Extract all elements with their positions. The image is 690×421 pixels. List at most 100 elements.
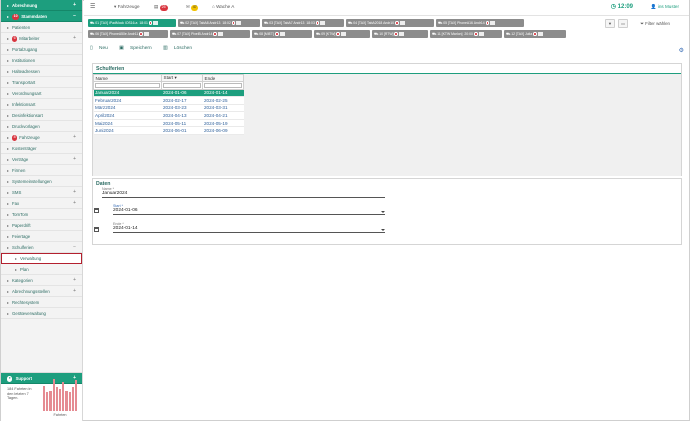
- calendar-icon[interactable]: [94, 227, 99, 232]
- expand-icon[interactable]: +: [73, 132, 76, 142]
- vehicle-chip[interactable]: ⛟ 11 [KTW Marlon] 20:00: [430, 30, 502, 38]
- top-bar: ☰ ▾ Fahrzeuge ▤ 25 ✉ 47 ⌂ Wache A ◷ 12:0…: [84, 0, 689, 16]
- vehicle-chip-time: 20:00: [464, 32, 473, 36]
- filter-icon[interactable]: ▼: [605, 19, 615, 28]
- sidebar-item-label: Fahrzeuge: [19, 135, 40, 140]
- save-button[interactable]: ▣ Speichern: [119, 46, 157, 51]
- hamburger-icon[interactable]: ☰: [90, 3, 95, 10]
- delete-button[interactable]: ▥ Löschen: [163, 46, 197, 51]
- sidebar-item-infektionsart[interactable]: Infektionsart: [1, 99, 82, 110]
- sidebar-item-schulferien[interactable]: Schulferien −: [1, 242, 82, 253]
- sidebar-item-mitarbeiter[interactable]: 6 Mitarbeiter +: [1, 33, 82, 44]
- expand-icon[interactable]: +: [73, 0, 76, 10]
- filter-end-cell: [202, 81, 244, 90]
- table-cell: Januar2024: [93, 89, 162, 98]
- table-row[interactable]: Mai2024 2024-05-11 2024-05-19: [93, 119, 244, 128]
- display-icon[interactable]: ▭: [618, 19, 628, 28]
- sidebar-item-paperdrift[interactable]: Paperdrift: [1, 220, 82, 231]
- mail-counter[interactable]: ✉ 47: [186, 4, 199, 11]
- sidebar-item-abrechnung[interactable]: Abrechnung +: [1, 0, 82, 11]
- trash-icon: ▥: [162, 46, 168, 51]
- sidebar-item-portalzugang[interactable]: Portalzugang: [1, 44, 82, 55]
- expand-icon[interactable]: +: [73, 286, 76, 296]
- vehicle-chip[interactable]: ⛟ 06 [TAX] PhoneA50e Andr11: [88, 30, 168, 38]
- status-icon: [336, 32, 340, 36]
- sidebar-item-fahrzeuge[interactable]: 8 Fahrzeuge +: [1, 132, 82, 143]
- column-header[interactable]: Name: [93, 74, 162, 82]
- sidebar-item-tomtom[interactable]: TomTom: [1, 209, 82, 220]
- expand-icon[interactable]: +: [73, 154, 76, 164]
- end-field-value: 2024-01-14: [113, 226, 138, 231]
- sidebar-item-abrechnungsstellen[interactable]: Abrechnungsstellen +: [1, 286, 82, 297]
- name-field[interactable]: Name * Januar2024: [102, 187, 385, 198]
- end-date-field[interactable]: Ende * 2024-01-14: [113, 222, 385, 233]
- sidebar-item-transportart[interactable]: Transportart: [1, 77, 82, 88]
- expand-icon[interactable]: +: [73, 33, 76, 43]
- sidebar-item-verwaltung[interactable]: Verwaltung: [1, 253, 82, 264]
- sidebar-item-systemeinstellungen[interactable]: Systemeinstellungen: [1, 176, 82, 187]
- car-counter[interactable]: ▤ 25: [154, 4, 168, 11]
- table-row[interactable]: April2024 2024-04-13 2024-04-21: [93, 111, 244, 120]
- sidebar-item-desinfektionsart[interactable]: Desinfektionsart: [1, 110, 82, 121]
- filter-name-input[interactable]: [95, 83, 160, 88]
- sidebar-item-firmen[interactable]: Firmen: [1, 165, 82, 176]
- calendar-icon[interactable]: [94, 208, 99, 213]
- sidebar-item-halteadressen[interactable]: Halteadressen: [1, 66, 82, 77]
- expand-icon[interactable]: +: [73, 275, 76, 285]
- sidebar-item-label: Firmen: [12, 168, 26, 173]
- filter-label: Filter wählen: [645, 21, 670, 26]
- table-cell: 2024-06-09: [202, 126, 244, 136]
- chevron-right-icon: [7, 125, 9, 128]
- filter-select[interactable]: ⏷ Filter wählen: [640, 21, 670, 26]
- new-button[interactable]: ▯ Neu: [90, 46, 113, 51]
- vehicle-chip[interactable]: ⛟ 08 [MIET]: [252, 30, 312, 38]
- vehicle-chip[interactable]: ⛟ 09 [KTW]: [314, 30, 370, 38]
- vehicle-chip[interactable]: ⛟ 12 [TAX] Julia: [504, 30, 566, 38]
- sidebar-item-fax[interactable]: Fax +: [1, 198, 82, 209]
- sidebar-item-stammdaten[interactable]: 10 Stammdaten −: [1, 11, 82, 22]
- sidebar-item-patienten[interactable]: Patienten: [1, 22, 82, 33]
- vehicle-chip[interactable]: ⛟ 10 [RTW]: [372, 30, 428, 38]
- vehicle-detail-icon: [478, 32, 484, 37]
- sidebar-item-feiertage[interactable]: Feiertage: [1, 231, 82, 242]
- expand-icon[interactable]: +: [73, 187, 76, 197]
- vehicle-chip[interactable]: ⛟ 07 [TAX] PixelB Andr14: [170, 30, 250, 38]
- sidebar-item-label: Paperdrift: [12, 223, 31, 228]
- start-date-field[interactable]: Start * 2024-01-06: [113, 204, 385, 215]
- rides-bar: [62, 382, 65, 411]
- vehicle-chip[interactable]: ⛟ 05 [TAX] PhoneA16 Andr14: [436, 19, 524, 27]
- table-cell: 2024-01-06: [161, 89, 203, 98]
- car-icon: ▤: [154, 4, 159, 9]
- wache-selector[interactable]: ⌂ Wache A: [212, 4, 234, 9]
- sidebar-item-verordnungsart[interactable]: Verordnungsart: [1, 88, 82, 99]
- sidebar-item-plan[interactable]: Plan: [1, 264, 82, 275]
- table-row[interactable]: März2024 2024-03-23 2024-03-31: [93, 104, 244, 113]
- table-cell: 2024-02-25: [202, 96, 244, 105]
- sidebar-item-geräteverwaltung[interactable]: Geräteverwaltung: [1, 308, 82, 319]
- sidebar-item-rechtesystem[interactable]: Rechtesystem: [1, 297, 82, 308]
- table-row[interactable]: Januar2024 2024-01-06 2024-01-14: [93, 89, 244, 98]
- sidebar-item-verträge[interactable]: Verträge +: [1, 154, 82, 165]
- sidebar-item-sms[interactable]: SMS +: [1, 187, 82, 198]
- expand-icon[interactable]: +: [73, 198, 76, 208]
- vehicle-chip[interactable]: ⛟ 01 [TAX] iPadMock IOS16.a 18:01: [88, 19, 176, 27]
- user-menu[interactable]: 👤 ins Muster: [651, 4, 679, 10]
- vehicle-chip[interactable]: ⛟ 02 [TAX] TabA8 Andr13 18:02: [178, 19, 260, 27]
- table-row[interactable]: Februar2024 2024-02-17 2024-02-25: [93, 96, 244, 105]
- collapse-icon[interactable]: −: [73, 242, 76, 252]
- sidebar-item-druckvorlagen[interactable]: Druckvorlagen: [1, 121, 82, 132]
- column-header[interactable]: Ende: [202, 74, 244, 82]
- vehicles-menu[interactable]: ▾ Fahrzeuge: [114, 4, 140, 10]
- table-row[interactable]: Juni2024 2024-06-01 2024-06-09: [93, 126, 244, 136]
- sidebar-item-institutionen[interactable]: Institutionen: [1, 55, 82, 66]
- filter-start-input[interactable]: [163, 83, 201, 88]
- vehicle-chip[interactable]: ⛟ 04 [TAX] TabA2018 Andr10: [346, 19, 434, 27]
- sidebar-item-kostenträger[interactable]: Kostenträger: [1, 143, 82, 154]
- sidebar-item-kategorien[interactable]: Kategorien +: [1, 275, 82, 286]
- vehicle-chip[interactable]: ⛟ 03 [TAX] TabA7 Andr13 18:03: [262, 19, 344, 27]
- filter-end-input[interactable]: [204, 83, 242, 88]
- table-cell: April2024: [93, 111, 162, 120]
- collapse-icon[interactable]: −: [73, 11, 76, 21]
- gear-icon[interactable]: ⚙: [679, 47, 684, 54]
- column-header[interactable]: Start ▾: [161, 74, 203, 82]
